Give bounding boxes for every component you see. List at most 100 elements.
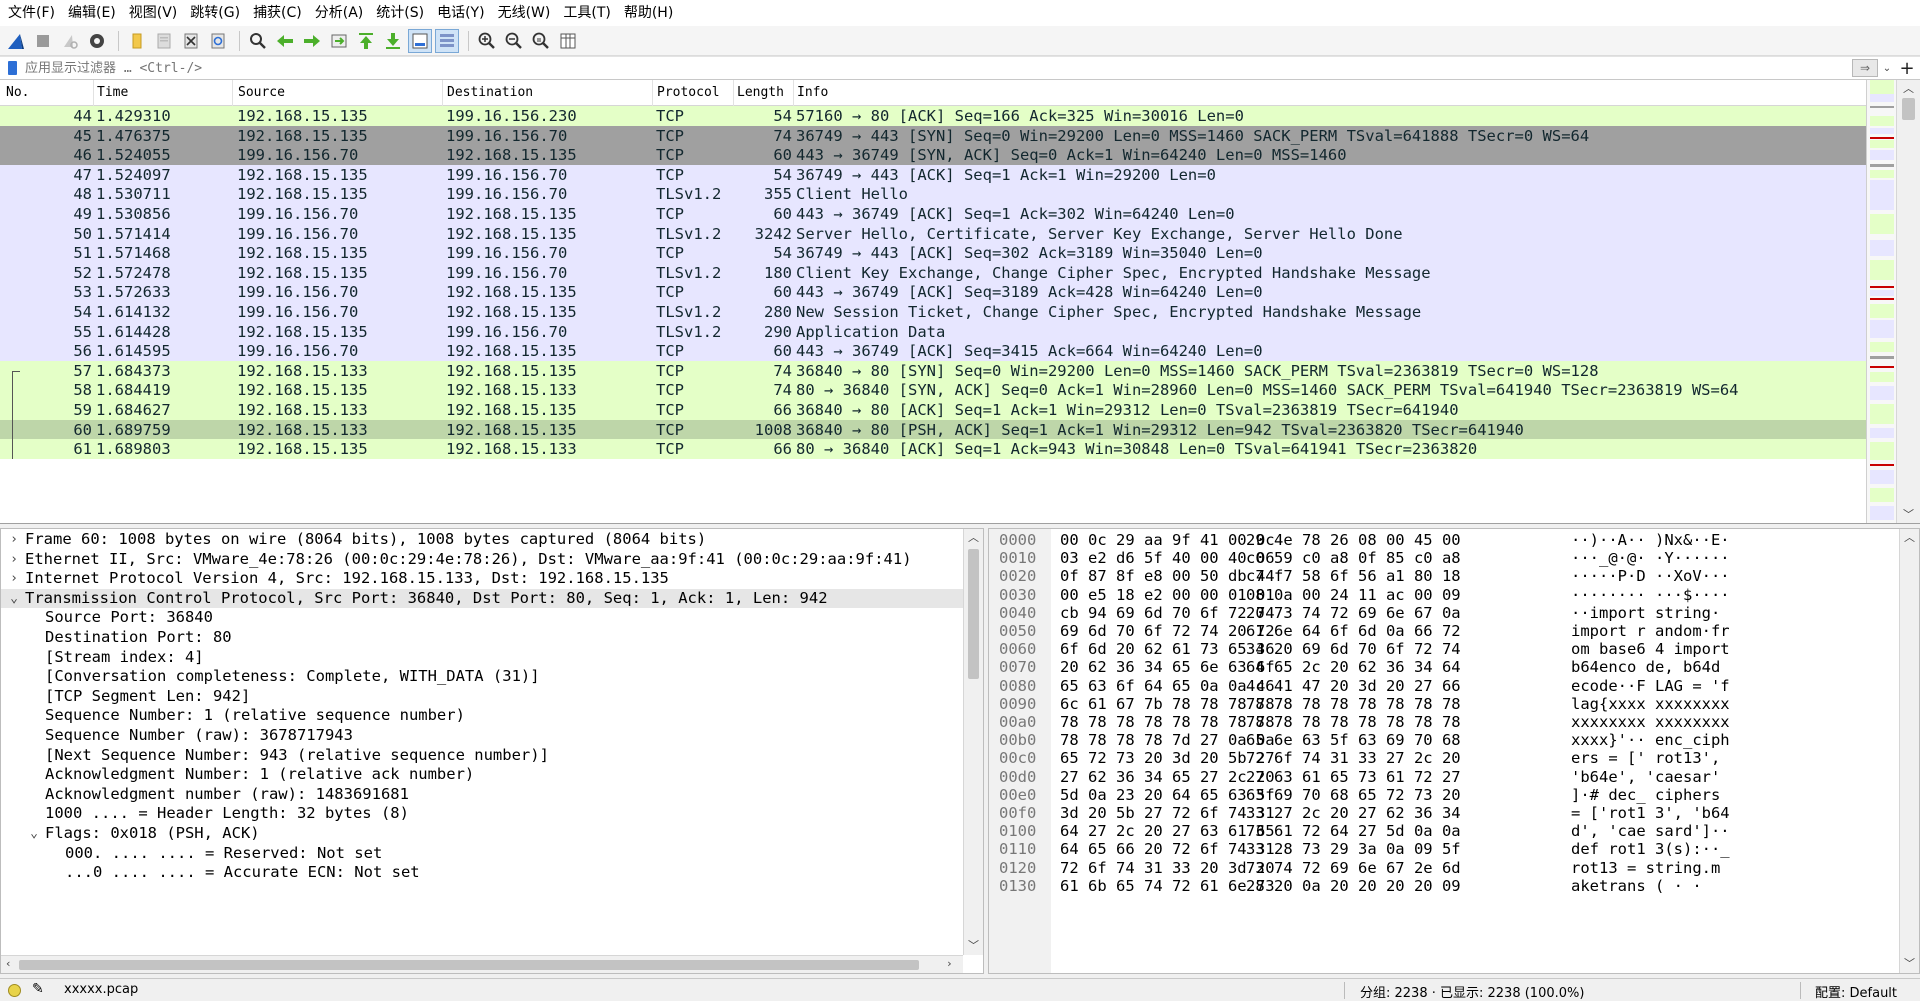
zoom-normal-icon[interactable] [529,29,553,53]
hex-row[interactable]: 0090 6c 61 67 7b 78 78 78 78 78 78 78 78 7… [989,695,1899,713]
menu-item-2[interactable]: 视图(V) [125,0,187,26]
go-forward-icon[interactable] [300,29,324,53]
packet-row[interactable]: 46 1.524055 199.16.156.70 192.168.15.135 TCP… [0,145,1866,165]
go-to-packet-icon[interactable] [327,29,351,53]
hex-row[interactable]: 0080 65 63 6f 64 65 0a 0a 46 4c 41 47 20 3… [989,677,1899,695]
capture-comment-pencil-icon[interactable]: ✎ [32,981,44,997]
hex-row[interactable]: 0100 64 27 2c 20 27 63 61 65 73 61 72 64 2… [989,822,1899,840]
packet-row[interactable]: 45 1.476375 192.168.15.135 199.16.156.70 TCP… [0,125,1866,146]
menu-item-3[interactable]: 跳转(G) [186,0,249,26]
menu-item-10[interactable]: 帮助(H) [620,0,682,26]
filter-history-dropdown-icon[interactable]: ⌄ [1880,63,1894,74]
packet-row[interactable]: 60 1.689759 192.168.15.133 192.168.15.135 TC… [0,419,1866,440]
column-header-no[interactable]: No. [6,85,29,100]
restart-icon[interactable] [58,29,82,53]
hex-row[interactable]: 0060 6f 6d 20 62 61 73 65 36 34 20 69 6d 7… [989,640,1899,658]
zoom-in-icon[interactable] [475,29,499,53]
packet-row[interactable]: 55 1.614428 192.168.15.135 199.16.156.70 TLS… [0,321,1866,342]
scroll-down-icon[interactable]: ﹀ [1897,506,1920,523]
packet-row[interactable]: 53 1.572633 199.16.156.70 192.168.15.135 TCP… [0,282,1866,302]
scroll-thumb[interactable] [968,549,979,679]
hex-row[interactable]: 00f0 3d 20 5b 27 72 6f 74 31 33 27 2c 20 2… [989,804,1899,822]
packet-row[interactable]: 44 1.429310 192.168.15.135 199.16.156.230 TC… [0,106,1866,126]
hex-row[interactable]: 00e0 5d 0a 23 20 64 65 63 5f 63 69 70 68 6… [989,786,1899,804]
shark-fin-start-icon[interactable] [4,29,28,53]
packet-row[interactable]: 52 1.572478 192.168.15.135 199.16.156.70 TLS… [0,262,1866,283]
packet-row[interactable]: 59 1.684627 192.168.15.133 192.168.15.135 TC… [0,400,1866,420]
scroll-thumb[interactable] [1902,98,1915,120]
menu-item-6[interactable]: 统计(S) [372,0,433,26]
scroll-down-icon[interactable]: ﹀ [1900,955,1919,973]
autoscroll-icon[interactable] [408,28,432,53]
hex-row[interactable]: 0010 03 e2 d6 5f 40 00 40 06 c0 59 c0 a8 0… [989,549,1899,567]
menu-item-1[interactable]: 编辑(E) [64,0,125,26]
collapsed-chevron-icon[interactable]: › [7,530,21,550]
menu-item-5[interactable]: 分析(A) [311,0,373,26]
column-header-protocol[interactable]: Protocol [657,85,720,100]
packet-row[interactable]: 56 1.614595 199.16.156.70 192.168.15.135 TCP… [0,341,1866,361]
open-folder-icon[interactable] [125,29,149,53]
packet-row[interactable]: 50 1.571414 199.16.156.70 192.168.15.135 TLS… [0,223,1866,244]
packet-list-scrollbar[interactable]: ︿ ﹀ [1896,80,1920,523]
menu-item-7[interactable]: 电话(Y) [433,0,493,26]
details-scrollbar[interactable]: ︿ ﹀ [963,529,983,955]
menu-item-4[interactable]: 捕获(C) [249,0,311,26]
scroll-up-icon[interactable]: ︿ [964,529,983,547]
hex-row[interactable]: 00b0 78 78 78 78 7d 27 0a 0a 65 6e 63 5f 6… [989,731,1899,749]
details-horizontal-scrollbar[interactable]: ‹ › [1,955,963,973]
expanded-chevron-icon[interactable]: ⌄ [7,589,21,609]
display-filter-input[interactable] [21,58,1852,78]
scroll-right-icon[interactable]: › [946,957,953,970]
packet-row[interactable]: 57 1.684373 192.168.15.133 192.168.15.135 TC… [0,360,1866,381]
column-header-destination[interactable]: Destination [447,85,533,100]
menu-item-0[interactable]: 文件(F) [4,0,64,26]
packet-row[interactable]: 47 1.524097 192.168.15.135 199.16.156.70 TCP… [0,164,1866,185]
hex-row[interactable]: 0000 00 0c 29 aa 9f 41 00 0c 29 4e 78 26 0… [989,531,1899,549]
column-header-time[interactable]: Time [97,85,128,100]
capture-options-icon[interactable] [85,29,109,53]
hex-row[interactable]: 0030 00 e5 18 e2 00 00 01 01 08 0a 00 24 1… [989,586,1899,604]
add-filter-button-icon[interactable]: + [1894,58,1920,79]
find-packet-icon[interactable] [246,29,270,53]
colorize-icon[interactable] [435,28,459,53]
zoom-out-icon[interactable] [502,29,526,53]
hex-row[interactable]: 0110 64 65 66 20 72 6f 74 31 33 28 73 29 3… [989,840,1899,858]
hex-row[interactable]: 00c0 65 72 73 20 3d 20 5b 27 72 6f 74 31 3… [989,749,1899,767]
packet-row[interactable]: 61 1.689803 192.168.15.135 192.168.15.133 TC… [0,439,1866,459]
expert-info-led-icon[interactable] [8,984,21,997]
bytes-scrollbar[interactable]: ︿ ﹀ [1899,529,1919,973]
packet-row[interactable]: 49 1.530856 199.16.156.70 192.168.15.135 TCP… [0,204,1866,224]
close-file-icon[interactable] [179,29,203,53]
scroll-up-icon[interactable]: ︿ [1900,529,1919,547]
hex-row[interactable]: 00d0 27 62 36 34 65 27 2c 20 27 63 61 65 7… [989,768,1899,786]
go-last-icon[interactable] [381,29,405,53]
status-profile[interactable]: 配置: Default [1815,982,1897,1001]
menu-item-8[interactable]: 无线(W) [494,0,560,26]
hex-row[interactable]: 00a0 78 78 78 78 78 78 78 78 78 78 78 78 7… [989,713,1899,731]
packet-row[interactable]: 54 1.614132 199.16.156.70 192.168.15.135 TLS… [0,302,1866,322]
save-file-icon[interactable] [152,29,176,53]
column-header-info[interactable]: Info [797,85,828,100]
stop-square-icon[interactable] [31,29,55,53]
go-first-icon[interactable] [354,29,378,53]
apply-filter-arrow-icon[interactable]: ⇒ [1852,59,1878,77]
hex-row[interactable]: 0070 20 62 36 34 65 6e 63 6f 64 65 2c 20 6… [989,658,1899,676]
collapsed-chevron-icon[interactable]: › [7,569,21,589]
menu-item-9[interactable]: 工具(T) [559,0,619,26]
hex-row[interactable]: 0020 0f 87 8f e8 00 50 db 44 c7 f7 58 6f 5… [989,567,1899,585]
details-tree-item[interactable]: ⌄ Transmission Control Protocol, Src Port… [1,588,963,609]
reload-icon[interactable] [206,29,230,53]
go-back-icon[interactable] [273,29,297,53]
scroll-left-icon[interactable]: ‹ [5,957,12,970]
resize-columns-icon[interactable] [556,29,580,53]
packet-row[interactable]: 58 1.684419 192.168.15.135 192.168.15.133 TC… [0,380,1866,400]
column-header-source[interactable]: Source [238,85,285,100]
hex-row[interactable]: 0120 72 6f 74 31 33 20 3d 20 73 74 72 69 6… [989,859,1899,877]
packet-row[interactable]: 51 1.571468 192.168.15.135 199.16.156.70 TCP… [0,243,1866,263]
scroll-up-icon[interactable]: ︿ [1897,80,1920,98]
column-header-length[interactable]: Length [737,85,784,100]
hex-row[interactable]: 0130 61 6b 65 74 72 61 6e 73 28 20 0a 20 2… [989,877,1899,895]
packet-list-minimap[interactable] [1866,80,1896,523]
scroll-down-icon[interactable]: ﹀ [964,937,983,955]
expanded-chevron-icon[interactable]: ⌄ [27,824,41,844]
